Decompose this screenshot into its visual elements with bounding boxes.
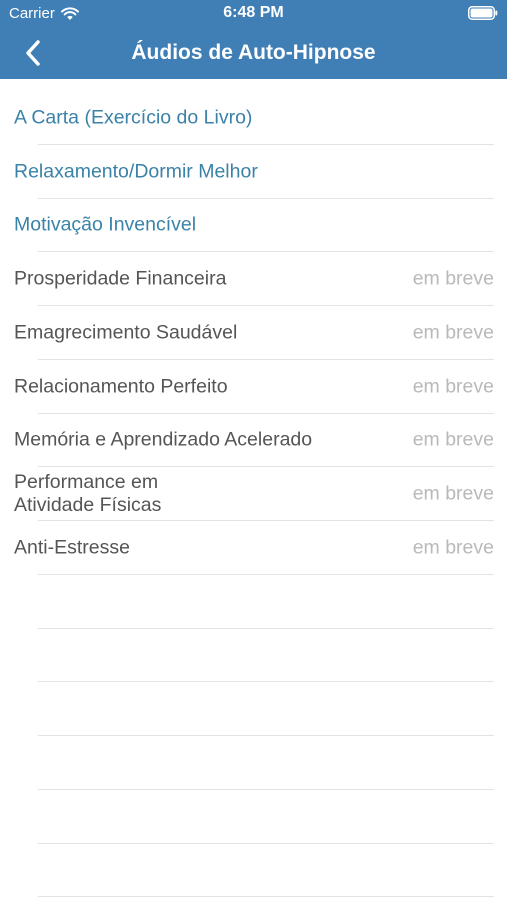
list-item-label: Relacionamento Perfeito xyxy=(14,375,228,398)
list-item-label: Anti-Estresse xyxy=(14,536,130,559)
empty-row xyxy=(0,575,507,629)
list-item-label: Emagrecimento Saudável xyxy=(14,321,238,344)
list-item: Emagrecimento Saudável em breve xyxy=(0,306,507,360)
status-badge: em breve xyxy=(412,536,494,559)
list-item-label: Prosperidade Financeira xyxy=(14,267,227,290)
status-badge: em breve xyxy=(412,267,494,290)
back-button[interactable] xyxy=(18,36,52,70)
list-item: Anti-Estresse em breve xyxy=(0,521,507,575)
status-badge: em breve xyxy=(412,428,494,451)
empty-row xyxy=(0,790,507,844)
chevron-left-icon xyxy=(26,40,40,66)
list-item: Relacionamento Perfeito em breve xyxy=(0,360,507,414)
list-item[interactable]: Relaxamento/Dormir Melhor xyxy=(0,145,507,199)
list-item[interactable]: A Carta (Exercício do Livro) xyxy=(0,91,507,145)
empty-row xyxy=(0,629,507,683)
list-item: Performance em Atividade Físicas em brev… xyxy=(0,467,507,521)
row-divider xyxy=(38,896,494,898)
audio-list: A Carta (Exercício do Livro) Relaxamento… xyxy=(0,91,507,898)
list-item-label[interactable]: Relaxamento/Dormir Melhor xyxy=(14,160,258,183)
navigation-bar: Áudios de Auto-Hipnose xyxy=(0,26,507,79)
list-item: Prosperidade Financeira em breve xyxy=(0,252,507,306)
status-time: 6:48 PM xyxy=(223,4,284,21)
empty-row xyxy=(0,844,507,898)
top-bar: Carrier 6:48 PM Áudios de Auto-Hipnose xyxy=(0,0,507,79)
battery-icon xyxy=(468,6,498,20)
screen: Carrier 6:48 PM Áudios de Auto-Hipnose A… xyxy=(0,0,507,900)
status-badge: em breve xyxy=(412,482,494,505)
status-badge: em breve xyxy=(412,321,494,344)
list-item-label: Performance em Atividade Físicas xyxy=(14,471,162,517)
list-item-label: Memória e Aprendizado Acelerado xyxy=(14,428,313,451)
list-item-label[interactable]: Motivação Invencível xyxy=(14,214,196,237)
page-title: Áudios de Auto-Hipnose xyxy=(131,41,376,64)
status-bar: Carrier 6:48 PM xyxy=(0,0,507,26)
list-item: Memória e Aprendizado Acelerado em breve xyxy=(0,414,507,468)
empty-row xyxy=(0,682,507,736)
list-item-label[interactable]: A Carta (Exercício do Livro) xyxy=(14,106,252,129)
empty-row xyxy=(0,736,507,790)
list-item[interactable]: Motivação Invencível xyxy=(0,199,507,253)
status-badge: em breve xyxy=(412,375,494,398)
